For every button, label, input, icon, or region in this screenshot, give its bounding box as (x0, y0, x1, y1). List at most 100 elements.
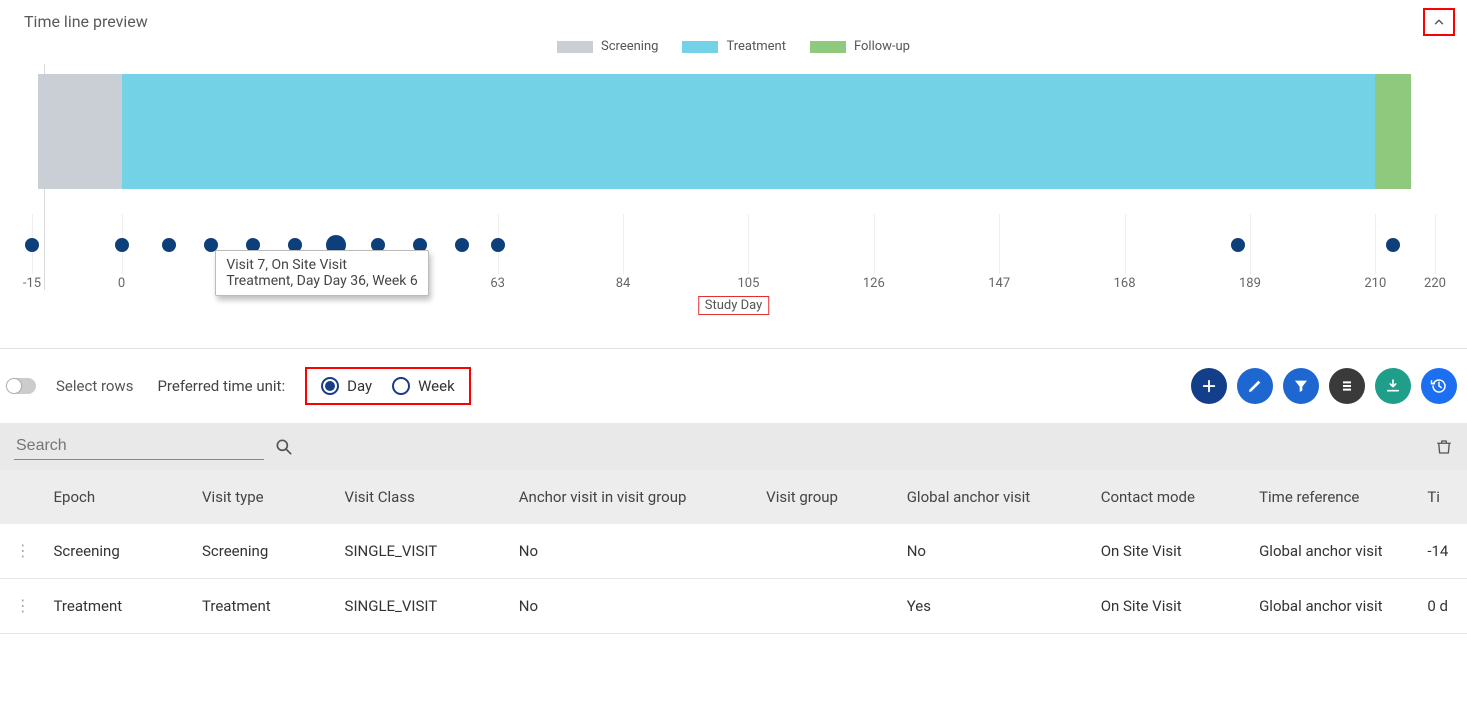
plus-icon (1200, 377, 1218, 395)
col-tim[interactable]: Ti (1427, 488, 1467, 506)
cell-contact-mode: On Site Visit (1101, 542, 1259, 560)
x-tick: 210 (1364, 276, 1386, 291)
col-contact-mode[interactable]: Contact mode (1101, 488, 1259, 506)
list-icon (1339, 378, 1355, 394)
tooltip-line1: Visit 7, On Site Visit (226, 257, 417, 273)
epoch-band (122, 74, 1376, 189)
select-rows-label: Select rows (56, 377, 133, 395)
add-button[interactable] (1191, 368, 1227, 404)
col-anchor-in-group[interactable]: Anchor visit in visit group (519, 488, 766, 506)
x-tick: 63 (490, 276, 505, 291)
legend-item-screening: Screening (557, 39, 658, 54)
pencil-icon (1247, 378, 1263, 394)
x-tick: 126 (863, 276, 885, 291)
x-tick: 84 (616, 276, 631, 291)
radio-week[interactable] (392, 377, 410, 395)
trash-icon (1435, 438, 1453, 456)
legend-swatch-treatment (682, 41, 718, 53)
search-row (0, 423, 1467, 470)
x-tick: 168 (1114, 276, 1136, 291)
table-header-row: Epoch Visit type Visit Class Anchor visi… (0, 470, 1467, 524)
col-global-anchor[interactable]: Global anchor visit (907, 488, 1101, 506)
edit-button[interactable] (1237, 368, 1273, 404)
x-tick: 0 (118, 276, 125, 291)
collapse-panel-button[interactable] (1423, 8, 1455, 36)
radio-day[interactable] (321, 377, 339, 395)
legend-label-followup: Follow-up (854, 39, 910, 54)
cell-tim: -14 (1427, 542, 1467, 560)
delete-button[interactable] (1435, 438, 1453, 456)
col-epoch[interactable]: Epoch (54, 488, 202, 506)
cell-visit-class: SINGLE_VISIT (345, 542, 519, 560)
legend-item-treatment: Treatment (682, 39, 786, 54)
chevron-up-icon (1432, 15, 1446, 29)
legend-label-screening: Screening (601, 39, 658, 54)
chart-tooltip: Visit 7, On Site Visit Treatment, Day Da… (215, 250, 428, 296)
x-axis-label: Study Day (698, 296, 770, 315)
cell-contact-mode: On Site Visit (1101, 597, 1259, 615)
tooltip-line2: Treatment, Day Day 36, Week 6 (226, 273, 417, 289)
cell-time-reference: Global anchor visit (1259, 597, 1427, 615)
epoch-band (38, 74, 122, 189)
table-row[interactable]: ⋮TreatmentTreatmentSINGLE_VISITNoYesOn S… (0, 579, 1467, 634)
visit-point[interactable] (1231, 238, 1245, 252)
x-tick: -15 (23, 276, 41, 291)
chart-legend: Screening Treatment Follow-up (24, 39, 1443, 54)
history-button[interactable] (1421, 368, 1457, 404)
download-button[interactable] (1375, 368, 1411, 404)
filter-button[interactable] (1283, 368, 1319, 404)
cell-global-anchor: No (907, 542, 1101, 560)
visit-point[interactable] (115, 238, 129, 252)
funnel-icon (1293, 378, 1309, 394)
visit-point[interactable] (25, 238, 39, 252)
cell-global-anchor: Yes (907, 597, 1101, 615)
legend-label-treatment: Treatment (726, 39, 786, 54)
row-menu-button[interactable]: ⋮ (15, 541, 31, 560)
history-icon (1430, 377, 1448, 395)
radio-label-day: Day (347, 377, 372, 395)
action-buttons (1191, 368, 1457, 404)
cell-visit-type: Treatment (202, 597, 345, 615)
x-tick: 147 (988, 276, 1010, 291)
x-tick: 105 (737, 276, 759, 291)
epoch-band-area (32, 74, 1435, 189)
cell-tim: 0 d (1427, 597, 1467, 615)
select-rows-toggle[interactable] (6, 378, 36, 394)
search-input[interactable] (14, 433, 264, 460)
table-body: ⋮ScreeningScreeningSINGLE_VISITNoNoOn Si… (0, 524, 1467, 634)
cell-epoch: Treatment (54, 597, 202, 615)
cell-epoch: Screening (54, 542, 202, 560)
search-button[interactable] (274, 437, 294, 457)
visit-point[interactable] (1386, 238, 1400, 252)
legend-swatch-screening (557, 41, 593, 53)
timeline-preview-panel: Time line preview Screening Treatment Fo… (0, 0, 1467, 349)
columns-button[interactable] (1329, 368, 1365, 404)
timeline-chart[interactable]: -1506384105126147168189210220 Study Day … (30, 64, 1437, 324)
cell-time-reference: Global anchor visit (1259, 542, 1427, 560)
visit-point[interactable] (455, 238, 469, 252)
download-icon (1385, 378, 1401, 394)
col-visit-class[interactable]: Visit Class (345, 488, 519, 506)
radio-label-week: Week (418, 377, 455, 395)
cell-anchor-in-group: No (519, 542, 766, 560)
visit-point[interactable] (491, 238, 505, 252)
preferred-time-unit-label: Preferred time unit: (157, 377, 285, 395)
x-tick: 220 (1424, 276, 1446, 291)
legend-item-followup: Follow-up (810, 39, 910, 54)
table-controls-row: Select rows Preferred time unit: Day Wee… (0, 349, 1467, 423)
search-icon (274, 437, 294, 457)
panel-title: Time line preview (24, 12, 1443, 31)
col-visit-type[interactable]: Visit type (202, 488, 345, 506)
visit-point[interactable] (162, 238, 176, 252)
cell-anchor-in-group: No (519, 597, 766, 615)
col-visit-group[interactable]: Visit group (766, 488, 907, 506)
cell-visit-type: Screening (202, 542, 345, 560)
cell-visit-class: SINGLE_VISIT (345, 597, 519, 615)
row-menu-button[interactable]: ⋮ (15, 596, 31, 615)
time-unit-radio-group: Day Week (305, 367, 471, 405)
legend-swatch-followup (810, 41, 846, 53)
col-time-reference[interactable]: Time reference (1259, 488, 1427, 506)
table-row[interactable]: ⋮ScreeningScreeningSINGLE_VISITNoNoOn Si… (0, 524, 1467, 579)
epoch-band (1375, 74, 1411, 189)
x-tick: 189 (1239, 276, 1261, 291)
